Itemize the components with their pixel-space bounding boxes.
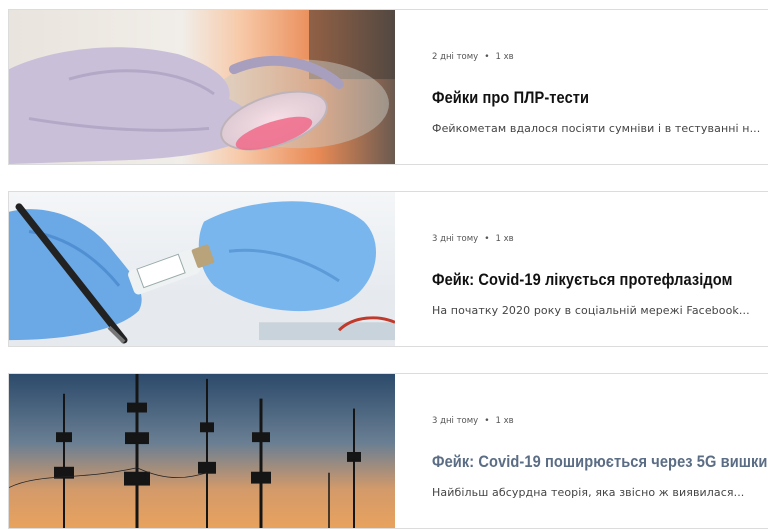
post-image-petri-dish[interactable] xyxy=(9,10,395,164)
post-read-time: 1 хв xyxy=(495,416,514,426)
post-date: 3 дні тому xyxy=(432,234,479,244)
post-title[interactable]: Фейки про ПЛР-тести xyxy=(432,88,589,108)
post-image-5g-towers[interactable] xyxy=(9,374,395,528)
post-meta: 3 дні тому • 1 хв xyxy=(432,416,514,426)
post-excerpt: Найбільш абсурдна теорія, яка звісно ж в… xyxy=(432,486,745,499)
post-image-vaccine-vial[interactable] xyxy=(9,192,395,346)
post-card[interactable]: 2 дні тому • 1 хв Фейки про ПЛР-тести Фе… xyxy=(8,9,768,165)
post-meta: 3 дні тому • 1 хв xyxy=(432,234,514,244)
post-date: 3 дні тому xyxy=(432,416,479,426)
post-body: 3 дні тому • 1 хв Фейк: Covid-19 поширює… xyxy=(395,374,768,528)
post-card[interactable]: 3 дні тому • 1 хв Фейк: Covid-19 поширює… xyxy=(8,373,768,529)
meta-separator-dot: • xyxy=(484,52,490,62)
post-title[interactable]: Фейк: Covid-19 лікується протефлазідом xyxy=(432,270,732,290)
meta-separator-dot: • xyxy=(484,234,490,244)
post-read-time: 1 хв xyxy=(495,52,514,62)
meta-separator-dot: • xyxy=(484,416,490,426)
post-card[interactable]: 3 дні тому • 1 хв Фейк: Covid-19 лікуєть… xyxy=(8,191,768,347)
post-title[interactable]: Фейк: Covid-19 поширюється через 5G вишк… xyxy=(432,452,768,472)
post-date: 2 дні тому xyxy=(432,52,479,62)
post-excerpt: Фейкометам вдалося посіяти сумніви і в т… xyxy=(432,122,761,135)
post-body: 2 дні тому • 1 хв Фейки про ПЛР-тести Фе… xyxy=(395,10,768,164)
post-read-time: 1 хв xyxy=(495,234,514,244)
post-body: 3 дні тому • 1 хв Фейк: Covid-19 лікуєть… xyxy=(395,192,768,346)
post-meta: 2 дні тому • 1 хв xyxy=(432,52,514,62)
post-excerpt: На початку 2020 року в соціальній мережі… xyxy=(432,304,750,317)
